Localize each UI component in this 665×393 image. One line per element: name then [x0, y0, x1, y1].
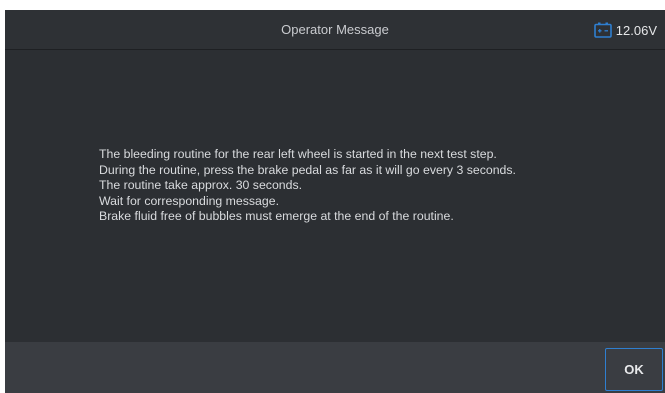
- message-text: The bleeding routine for the rear left w…: [99, 147, 516, 225]
- message-area: The bleeding routine for the rear left w…: [5, 50, 665, 342]
- ok-button[interactable]: OK: [605, 348, 663, 391]
- page-title: Operator Message: [281, 22, 389, 37]
- header-bar: Operator Message 12.06V: [5, 10, 665, 50]
- footer-bar: OK: [5, 342, 665, 393]
- message-line: Wait for corresponding message.: [99, 193, 279, 208]
- battery-voltage: 12.06V: [615, 22, 657, 38]
- battery-icon: [593, 22, 612, 38]
- message-line: The bleeding routine for the rear left w…: [99, 147, 497, 161]
- message-line: Brake fluid free of bubbles must emerge …: [99, 209, 454, 224]
- operator-message-screen: Operator Message 12.06V The bleeding rou…: [5, 10, 665, 393]
- message-line: During the routine, press the brake peda…: [99, 162, 516, 177]
- battery-status: 12.06V: [593, 10, 657, 50]
- message-line: The routine take approx. 30 seconds.: [99, 178, 303, 193]
